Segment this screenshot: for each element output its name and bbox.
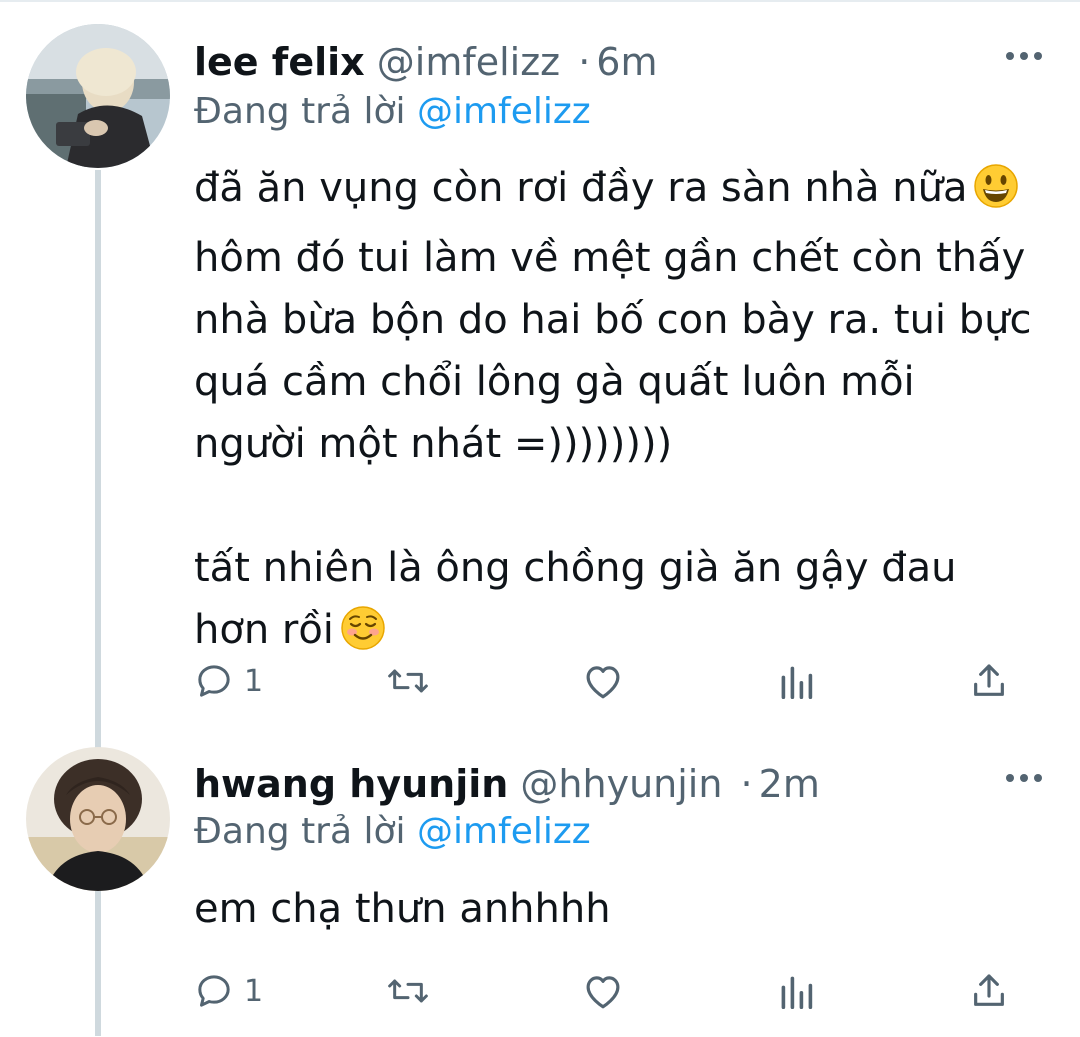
- tweet-text-line: hôm đó tui làm về mệt gần chết còn thấy …: [194, 235, 1032, 467]
- replying-to-line: Đang trả lời @imfelizz: [194, 810, 591, 854]
- analytics-icon: [778, 971, 814, 1011]
- retweet-button[interactable]: [386, 658, 430, 704]
- timestamp[interactable]: 2m: [759, 762, 820, 806]
- like-button[interactable]: [582, 968, 624, 1014]
- tweet-header: hwang hyunjin @hhyunjin · 2m: [194, 760, 820, 808]
- replying-to-label: Đang trả lời: [194, 811, 406, 852]
- like-button[interactable]: [582, 658, 624, 704]
- tweet-paragraph: tất nhiên là ông chồng già ăn gậy đau hơ…: [194, 537, 1034, 669]
- more-options-icon[interactable]: [1006, 772, 1042, 784]
- tweet-text-line: tất nhiên là ông chồng già ăn gậy đau hơ…: [194, 545, 957, 653]
- tweet-paragraph: đã ăn vụng còn rơi đầy ra sàn nhà nữa hô…: [194, 157, 1034, 475]
- replying-to-label: Đang trả lời: [194, 91, 406, 132]
- like-icon: [582, 971, 624, 1011]
- avatar[interactable]: [26, 747, 170, 891]
- share-button[interactable]: [969, 658, 1009, 704]
- user-handle[interactable]: @imfelizz: [377, 40, 560, 84]
- display-name[interactable]: hwang hyunjin: [194, 762, 508, 806]
- reply-icon: [194, 971, 234, 1011]
- replying-to-handle[interactable]: @imfelizz: [417, 91, 591, 132]
- separator-dot: ·: [740, 762, 753, 806]
- retweet-button[interactable]: [386, 968, 430, 1014]
- tweet-text-line: đã ăn vụng còn rơi đầy ra sàn nhà nữa: [194, 165, 968, 211]
- tweet-paragraph: em chạ thưn anhhhh: [194, 886, 611, 932]
- tweet-header: lee felix @imfelizz · 6m: [194, 38, 658, 86]
- tweet-actions: 1: [194, 968, 1014, 1014]
- replying-to-handle[interactable]: @imfelizz: [417, 811, 591, 852]
- avatar[interactable]: [26, 24, 170, 168]
- reply-count: 1: [244, 973, 264, 1009]
- reply-button[interactable]: 1: [194, 968, 263, 1014]
- timestamp[interactable]: 6m: [596, 40, 657, 84]
- separator-dot: ·: [578, 40, 591, 84]
- reply-count: 1: [244, 663, 264, 699]
- reply-icon: [194, 661, 234, 701]
- tweet[interactable]: lee felix @imfelizz · 6m Đang trả lời @im…: [0, 0, 1080, 720]
- like-icon: [582, 661, 624, 701]
- display-name[interactable]: lee felix: [194, 40, 365, 84]
- tweet[interactable]: hwang hyunjin @hhyunjin · 2m Đang trả lời…: [0, 720, 1080, 1037]
- tweet-text: đã ăn vụng còn rơi đầy ra sàn nhà nữa hô…: [194, 157, 1034, 669]
- retweet-icon: [386, 971, 430, 1011]
- analytics-icon: [778, 661, 814, 701]
- tweet-text: em chạ thưn anhhhh: [194, 878, 1034, 940]
- share-icon: [969, 661, 1009, 701]
- replying-to-line: Đang trả lời @imfelizz: [194, 90, 591, 134]
- user-handle[interactable]: @hhyunjin: [520, 762, 722, 806]
- analytics-button[interactable]: [778, 658, 814, 704]
- analytics-button[interactable]: [778, 968, 814, 1014]
- share-button[interactable]: [969, 968, 1009, 1014]
- reply-button[interactable]: 1: [194, 658, 263, 704]
- more-options-icon[interactable]: [1006, 50, 1042, 62]
- tweet-actions: 1: [194, 658, 1014, 704]
- retweet-icon: [386, 661, 430, 701]
- grinning-face-emoji: [973, 163, 1019, 227]
- share-icon: [969, 971, 1009, 1011]
